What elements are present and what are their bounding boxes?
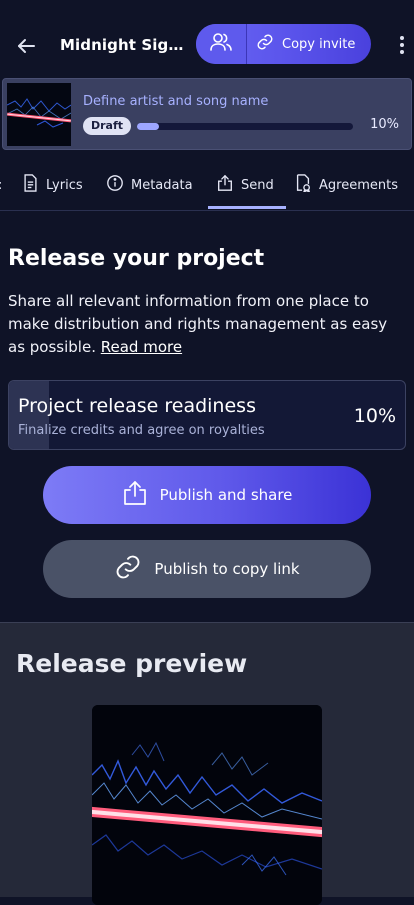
people-icon (209, 32, 233, 56)
project-title: Midnight Sign... (60, 36, 186, 54)
invite-pill: Copy invite (196, 24, 371, 64)
project-name-prompt[interactable]: Define artist and song name (83, 94, 268, 109)
tab-send-label: Send (241, 177, 274, 193)
contract-icon (294, 174, 312, 196)
copy-invite-label: Copy invite (282, 36, 356, 52)
project-progress-fill (137, 123, 159, 130)
release-cover-artwork (92, 705, 322, 905)
project-progress-percent: 10% (370, 117, 399, 132)
project-artwork-thumbnail (7, 83, 71, 146)
back-arrow-icon[interactable] (14, 34, 38, 58)
publish-to-copy-link-button[interactable]: Publish to copy link (43, 540, 371, 598)
tab-lyrics[interactable]: Lyrics (22, 174, 83, 196)
collaborators-button[interactable] (196, 24, 246, 64)
tab-metadata[interactable]: Metadata (106, 174, 193, 196)
publish-and-share-button[interactable]: Publish and share (43, 466, 371, 524)
readiness-title: Project release readiness (18, 395, 256, 417)
readiness-percent: 10% (353, 405, 396, 427)
tab-metadata-label: Metadata (131, 177, 193, 193)
upload-share-icon (122, 480, 148, 510)
active-tab-indicator (208, 206, 286, 209)
description-text: Share all relevant information from one … (8, 292, 388, 356)
info-icon (106, 174, 124, 196)
publish-and-share-label: Publish and share (159, 486, 293, 504)
readiness-subtitle: Finalize credits and agree on royalties (18, 423, 265, 438)
release-preview-heading: Release preview (16, 649, 248, 678)
more-options-icon[interactable] (392, 34, 412, 56)
project-progress-bar (137, 123, 353, 130)
link-icon (114, 553, 142, 585)
tab-overflow-indicator: : (0, 174, 2, 196)
top-bar: Midnight Sign... Copy invite (0, 0, 414, 88)
tab-agreements-label: Agreements (319, 177, 398, 193)
release-preview-section: Release preview (0, 622, 414, 905)
tab-lyrics-label: Lyrics (46, 177, 83, 193)
page-description: Share all relevant information from one … (8, 290, 408, 359)
publish-to-copy-link-label: Publish to copy link (154, 560, 300, 578)
share-icon (216, 174, 234, 196)
page-heading: Release your project (8, 246, 265, 271)
status-badge: Draft (83, 117, 131, 135)
project-card[interactable]: Define artist and song name Draft 10% (2, 78, 412, 150)
tab-send[interactable]: Send (216, 174, 274, 196)
tab-bar: : Lyrics Metadata Send Agreemen (0, 160, 414, 211)
read-more-link[interactable]: Read more (101, 338, 182, 356)
document-icon (22, 174, 39, 196)
tab-agreements[interactable]: Agreements (294, 174, 398, 196)
release-readiness-card[interactable]: Project release readiness Finalize credi… (8, 380, 406, 450)
link-icon (256, 33, 274, 55)
copy-invite-button[interactable]: Copy invite (247, 24, 371, 64)
